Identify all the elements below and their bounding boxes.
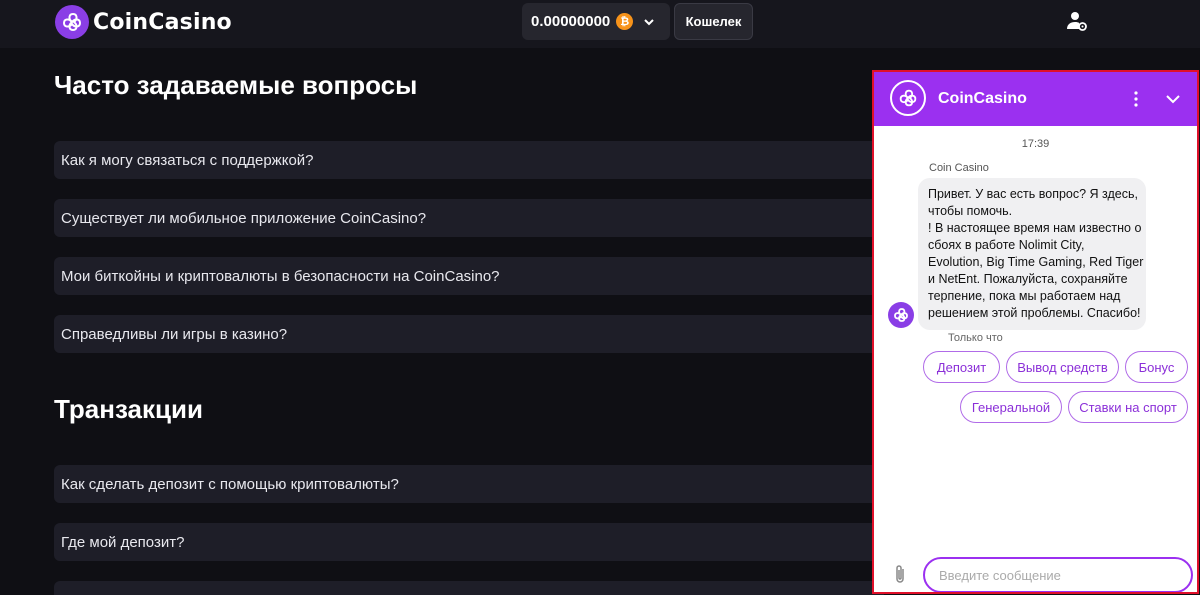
quick-reply-general[interactable]: Генеральной — [960, 391, 1062, 423]
brand-name: CoinCasino — [93, 9, 232, 35]
user-settings-icon[interactable] — [1066, 10, 1088, 32]
faq-item[interactable]: Где мой депозит? — [54, 523, 884, 561]
message-status: Только что — [948, 332, 1003, 344]
more-vertical-icon[interactable] — [1129, 89, 1143, 109]
faq-item-partial[interactable] — [54, 581, 884, 595]
transactions-title: Транзакции — [54, 394, 203, 424]
faq-title: Часто задаваемые вопросы — [54, 70, 418, 100]
wallet-button[interactable]: Кошелек — [674, 3, 753, 40]
message-line: сбоях в работе Nolimit City, — [928, 238, 1085, 252]
balance-amount: 0.00000000 — [531, 13, 611, 30]
chevron-down-icon — [644, 18, 654, 25]
message-line: Evolution, Big Time Gaming, Red Tiger — [928, 255, 1144, 269]
bitcoin-icon: ₿ — [616, 13, 634, 30]
quick-reply-sports-betting[interactable]: Ставки на спорт — [1068, 391, 1188, 423]
faq-item[interactable]: Справедливы ли игры в казино? — [54, 315, 884, 353]
brand-logo[interactable]: CoinCasino — [55, 4, 232, 40]
top-bar: CoinCasino 0.00000000 ₿ Кошелек — [0, 0, 1200, 48]
message-line: ! В настоящее время нам известно о — [928, 221, 1142, 235]
message-line: решением этой проблемы. Спасибо! — [928, 306, 1141, 320]
quick-reply-deposit[interactable]: Депозит — [923, 351, 1000, 383]
chat-logo-icon — [890, 80, 926, 116]
chat-message-bubble: Привет. У вас есть вопрос? Я здесь, чтоб… — [918, 178, 1146, 330]
faq-item[interactable]: Существует ли мобильное приложение CoinC… — [54, 199, 884, 237]
message-line: чтобы помочь. — [928, 204, 1013, 218]
paperclip-icon[interactable] — [892, 564, 908, 586]
message-sender: Coin Casino — [929, 162, 989, 174]
faq-item[interactable]: Как я могу связаться с поддержкой? — [54, 141, 884, 179]
chat-title: CoinCasino — [938, 90, 1027, 107]
chat-header: CoinCasino — [874, 72, 1197, 126]
quick-reply-withdrawal[interactable]: Вывод средств — [1006, 351, 1119, 383]
faq-item[interactable]: Мои биткойны и криптовалюты в безопаснос… — [54, 257, 884, 295]
faq-item[interactable]: Как сделать депозит с помощью криптовалю… — [54, 465, 884, 503]
chevron-down-icon[interactable] — [1164, 90, 1182, 108]
message-line: Привет. У вас есть вопрос? Я здесь, — [928, 187, 1138, 201]
message-line: и NetEnt. Пожалуйста, сохраняйте — [928, 272, 1128, 286]
bot-avatar — [888, 302, 914, 328]
message-line: терпение, пока мы работаем над — [928, 289, 1121, 303]
coincasino-logo-icon — [55, 5, 89, 39]
support-chat-widget: CoinCasino 17:39 Coin Casino Привет. У в… — [872, 70, 1199, 594]
message-input[interactable] — [923, 557, 1193, 592]
chat-timestamp: 17:39 — [1021, 138, 1050, 150]
quick-reply-bonus[interactable]: Бонус — [1125, 351, 1188, 383]
balance-selector[interactable]: 0.00000000 ₿ — [522, 3, 670, 40]
